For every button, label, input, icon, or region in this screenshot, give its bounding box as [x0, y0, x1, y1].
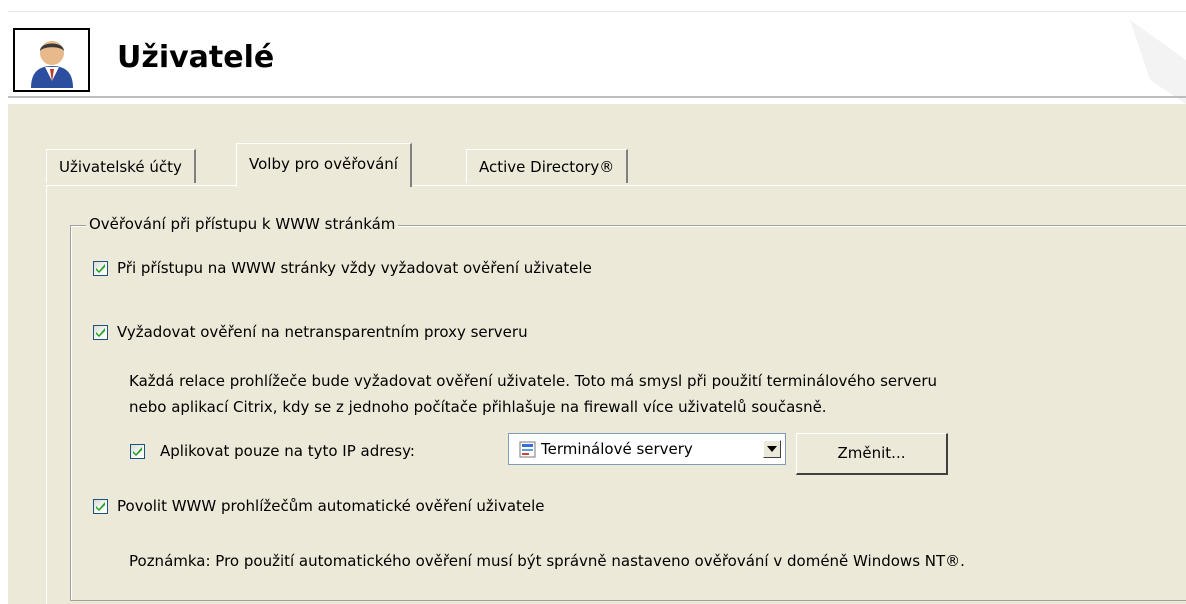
tab-authentication-options[interactable]: Volby pro ověřování — [236, 143, 412, 187]
page-header: Uživatelé — [0, 0, 1186, 104]
auto-auth-checkbox[interactable] — [93, 499, 108, 514]
ip-group-select[interactable]: Terminálové servery — [508, 433, 786, 465]
ip-group-icon — [519, 441, 536, 458]
auto-auth-note: Poznámka: Pro použití automatického ověř… — [129, 552, 965, 570]
ip-group-selected: Terminálové servery — [541, 440, 693, 458]
tab-user-accounts[interactable]: Uživatelské účty — [46, 149, 196, 183]
require-auth-proxy-label[interactable]: Vyžadovat ověření na netransparentním pr… — [117, 321, 528, 343]
checkmark-icon — [96, 264, 105, 273]
dropdown-button[interactable] — [763, 440, 781, 458]
proxy-note-line2: nebo aplikací Citrix, kdy se z jednoho p… — [129, 398, 827, 416]
checkmark-icon — [133, 447, 142, 456]
ip-restrict-label[interactable]: Aplikovat pouze na tyto IP adresy: — [160, 440, 415, 462]
always-require-auth-checkbox[interactable] — [93, 261, 108, 276]
auto-auth-label[interactable]: Povolit WWW prohlížečům automatické ověř… — [117, 495, 545, 517]
header-top-divider — [8, 11, 1186, 12]
proxy-note-line1: Každá relace prohlížeče bude vyžadovat o… — [129, 372, 938, 390]
checkmark-icon — [96, 502, 105, 511]
header-divider — [8, 96, 1186, 98]
chevron-down-icon — [767, 446, 777, 452]
require-auth-proxy-checkbox[interactable] — [93, 325, 108, 340]
tab-active-directory[interactable]: Active Directory® — [466, 149, 629, 183]
page-title: Uživatelé — [117, 40, 275, 75]
watermark-shape — [1130, 20, 1186, 104]
change-button[interactable]: Změnit... — [796, 433, 948, 475]
checkmark-icon — [96, 328, 105, 337]
groupbox-title: Ověřování při přístupu k WWW stránkám — [86, 213, 399, 235]
ip-restrict-checkbox[interactable] — [130, 444, 145, 459]
user-icon — [13, 28, 90, 92]
always-require-auth-label[interactable]: Při přístupu na WWW stránky vždy vyžadov… — [117, 257, 592, 279]
